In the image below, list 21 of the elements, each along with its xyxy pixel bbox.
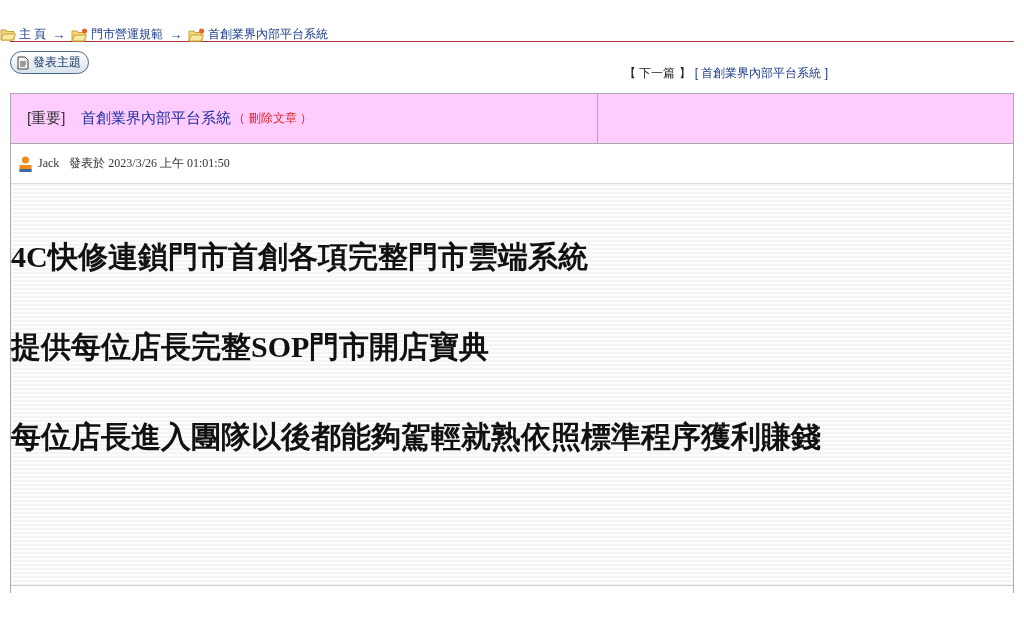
document-icon — [16, 55, 30, 70]
user-icon — [19, 155, 32, 172]
breadcrumb-link[interactable]: 首創業界內部平台系統 — [208, 26, 329, 43]
post-date: 發表於 2023/3/26 上午 01:01:50 — [69, 155, 230, 172]
important-tag: [重要] — [27, 109, 66, 128]
author-name: Jack — [38, 156, 60, 171]
arrow-separator: → — [52, 27, 66, 42]
arrow-separator: → — [169, 27, 183, 42]
post-heading: 每位店長進入團隊以後都能夠駕輕就熟依照標準程序獲利賺錢 — [11, 419, 822, 455]
post-heading: 4C快修連鎖門市首創各項完整門市雲端系統 — [11, 239, 589, 275]
breadcrumb-link[interactable]: 主 頁 — [19, 26, 47, 43]
delete-post-link[interactable]: （ 刪除文章 ） — [233, 110, 312, 127]
breadcrumb-link[interactable]: 門市營運規範 — [91, 26, 164, 43]
post-topic-button[interactable]: 發表主題 — [10, 51, 89, 74]
topic-title[interactable]: 首創業界內部平台系統 — [81, 109, 232, 128]
folder-icon — [71, 27, 89, 42]
next-post-link[interactable]: [ 首創業界內部平台系統 ] — [694, 65, 828, 82]
next-post-label: 【 下一篇 】 — [624, 65, 691, 82]
folder-icon — [188, 27, 206, 42]
folder-icon — [0, 28, 16, 41]
post-heading: 提供每位店長完整SOP門市開店寶典 — [11, 329, 491, 365]
